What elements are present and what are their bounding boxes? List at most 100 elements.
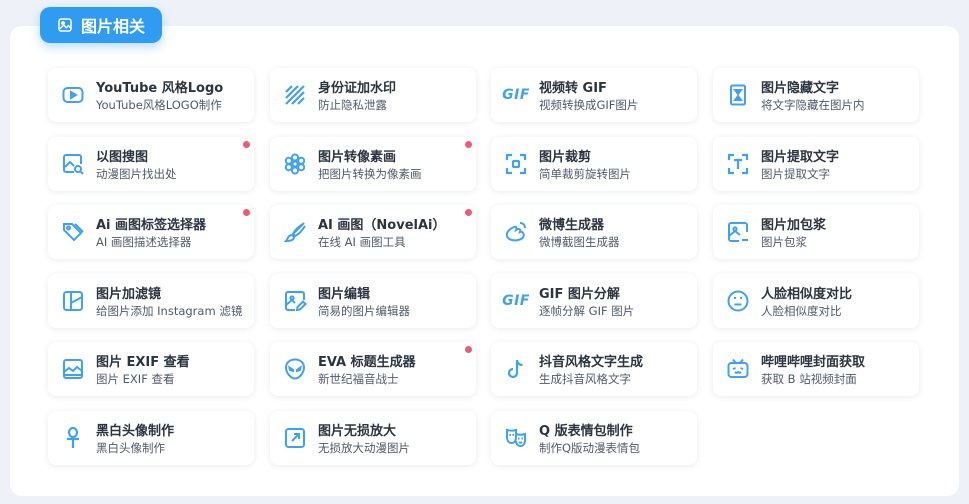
tiktok-icon (503, 356, 529, 382)
expand-icon (282, 425, 308, 451)
tool-title: 图片 EXIF 查看 (96, 355, 190, 370)
image-icon (58, 18, 72, 32)
tool-title: 图片加包浆 (761, 218, 827, 233)
tool-card[interactable]: 抖音风格文字生成 生成抖音风格文字 (491, 342, 697, 396)
tool-title: 身份证加水印 (318, 81, 397, 96)
tool-card[interactable]: 图片编辑简易的图片编辑器 (270, 274, 476, 328)
tool-title: EVA 标题生成器 (318, 355, 416, 370)
face-icon (725, 288, 751, 314)
tool-description: 在线 AI 画图工具 (318, 235, 406, 249)
tool-description: 逐帧分解 GIF 图片 (539, 304, 635, 318)
tool-card[interactable]: GIF GIF 图片分解逐帧分解 GIF 图片 (491, 274, 697, 328)
paintbrush-icon (282, 219, 308, 245)
tool-title: 黑白头像制作 (96, 424, 175, 439)
bilibili-icon (725, 356, 751, 382)
tool-card[interactable]: 图片 EXIF 查看 图片 EXIF 查看 (48, 342, 254, 396)
tool-card[interactable]: 图片加包浆 图片包浆 (713, 205, 919, 259)
tool-card[interactable]: GIF 视频转 GIF 视频转换成GIF图片 (491, 68, 697, 122)
tool-description: YouTube风格LOGO制作 (96, 98, 222, 112)
tool-description: 无损放大动漫图片 (318, 441, 410, 455)
tool-card[interactable]: 图片提取文字 图片提取文字 (713, 137, 919, 191)
section-title: 图片相关 (80, 17, 145, 36)
new-badge-dot (465, 209, 472, 216)
tool-description: 黑白头像制作 (96, 441, 165, 455)
tool-description: 动漫图片找出处 (96, 167, 177, 181)
new-badge-dot (243, 141, 250, 148)
tool-card[interactable]: 图片裁剪简单裁剪旋转图片 (491, 137, 697, 191)
tool-card[interactable]: Q 版表情包制作 制作Q版动漫表情包 (491, 411, 697, 465)
tool-description: 制作Q版动漫表情包 (539, 441, 641, 455)
masks-icon (503, 425, 529, 451)
filter-icon (60, 288, 86, 314)
tool-title: 图片编辑 (318, 287, 371, 302)
image-search-icon (60, 151, 86, 177)
tool-card[interactable]: 人脸相似度对比 人脸相似度对比 (713, 274, 919, 328)
tool-description: 把图片转换为像素画 (318, 167, 422, 181)
tool-description: 微博截图生成器 (539, 235, 620, 249)
tool-description: 将文字隐藏在图片内 (761, 98, 865, 112)
tool-title: 视频转 GIF (539, 81, 607, 96)
tool-title: AI 画图（NovelAi） (318, 218, 446, 233)
tool-card[interactable]: AI 画图（NovelAi） 在线 AI 画图工具 (270, 205, 476, 259)
tool-card[interactable]: 身份证加水印 防止隐私泄露 (270, 68, 476, 122)
tool-card[interactable]: 图片加滤镜给图片添加 Instagram 滤镜 (48, 274, 254, 328)
ankh-icon (60, 425, 86, 451)
gif-icon: GIF (502, 87, 530, 103)
tool-title: 哔哩哔哩封面获取 (761, 355, 866, 370)
tool-title: 图片隐藏文字 (761, 81, 840, 96)
tool-card[interactable]: 微博生成器微博截图生成器 (491, 205, 697, 259)
new-badge-dot (243, 209, 250, 216)
tool-title: 抖音风格文字生成 (539, 355, 644, 370)
tool-description: 生成抖音风格文字 (539, 372, 631, 386)
tool-title: 图片加滤镜 (96, 287, 162, 302)
new-badge-dot (465, 346, 472, 353)
landscape-icon (60, 356, 86, 382)
tool-card[interactable]: 以图搜图动漫图片找出处 (48, 137, 254, 191)
tool-description: 新世纪福音战士 (318, 372, 399, 386)
tool-card[interactable]: YouTube 风格Logo YouTube风格LOGO制作 (48, 68, 254, 122)
flower-icon (282, 151, 308, 177)
tool-card[interactable]: 图片无损放大 无损放大动漫图片 (270, 411, 476, 465)
tool-title: 以图搜图 (96, 150, 149, 165)
tool-card[interactable]: 黑白头像制作 黑白头像制作 (48, 411, 254, 465)
tool-title: 图片提取文字 (761, 150, 840, 165)
hourglass-icon (725, 82, 751, 108)
tool-description: 防止隐私泄露 (318, 98, 387, 112)
gif-icon: GIF (502, 293, 530, 309)
tool-description: 图片提取文字 (761, 167, 830, 181)
weibo-icon (503, 219, 529, 245)
stripes-icon (282, 82, 308, 108)
tool-title: 图片无损放大 (318, 424, 397, 439)
tool-title: Ai 画图标签选择器 (96, 218, 207, 233)
tool-description: 图片 EXIF 查看 (96, 372, 175, 386)
crop-icon (503, 151, 529, 177)
tool-description: AI 画图描述选择器 (96, 235, 192, 249)
tool-card[interactable]: EVA 标题生成器 新世纪福音战士 (270, 342, 476, 396)
tool-description: 图片包浆 (761, 235, 807, 249)
tool-card[interactable]: 图片转像素画把图片转换为像素画 (270, 137, 476, 191)
tool-title: 人脸相似度对比 (761, 287, 853, 302)
tool-title: 图片转像素画 (318, 150, 397, 165)
tool-description: 简易的图片编辑器 (318, 304, 410, 318)
tool-title: GIF 图片分解 (539, 287, 620, 302)
tool-description: 给图片添加 Instagram 滤镜 (96, 304, 243, 318)
tool-card[interactable]: 哔哩哔哩封面获取 获取 B 站视频封面 (713, 342, 919, 396)
tool-description: 人脸相似度对比 (761, 304, 842, 318)
section-tab: 图片相关 (40, 7, 162, 43)
new-badge-dot (465, 141, 472, 148)
tool-title: YouTube 风格Logo (96, 81, 224, 96)
tool-title: Q 版表情包制作 (539, 424, 633, 439)
tool-title: 图片裁剪 (539, 150, 592, 165)
image-pencil-icon (282, 288, 308, 314)
tool-title: 微博生成器 (539, 218, 605, 233)
tool-description: 视频转换成GIF图片 (539, 98, 639, 112)
alien-icon (282, 356, 308, 382)
tool-card[interactable]: 图片隐藏文字将文字隐藏在图片内 (713, 68, 919, 122)
tool-card[interactable]: Ai 画图标签选择器 AI 画图描述选择器 (48, 205, 254, 259)
tags-icon (60, 219, 86, 245)
tool-description: 简单裁剪旋转图片 (539, 167, 631, 181)
text-scan-icon (725, 151, 751, 177)
youtube-icon (60, 82, 86, 108)
tool-description: 获取 B 站视频封面 (761, 372, 857, 386)
image-edit-icon (725, 219, 751, 245)
